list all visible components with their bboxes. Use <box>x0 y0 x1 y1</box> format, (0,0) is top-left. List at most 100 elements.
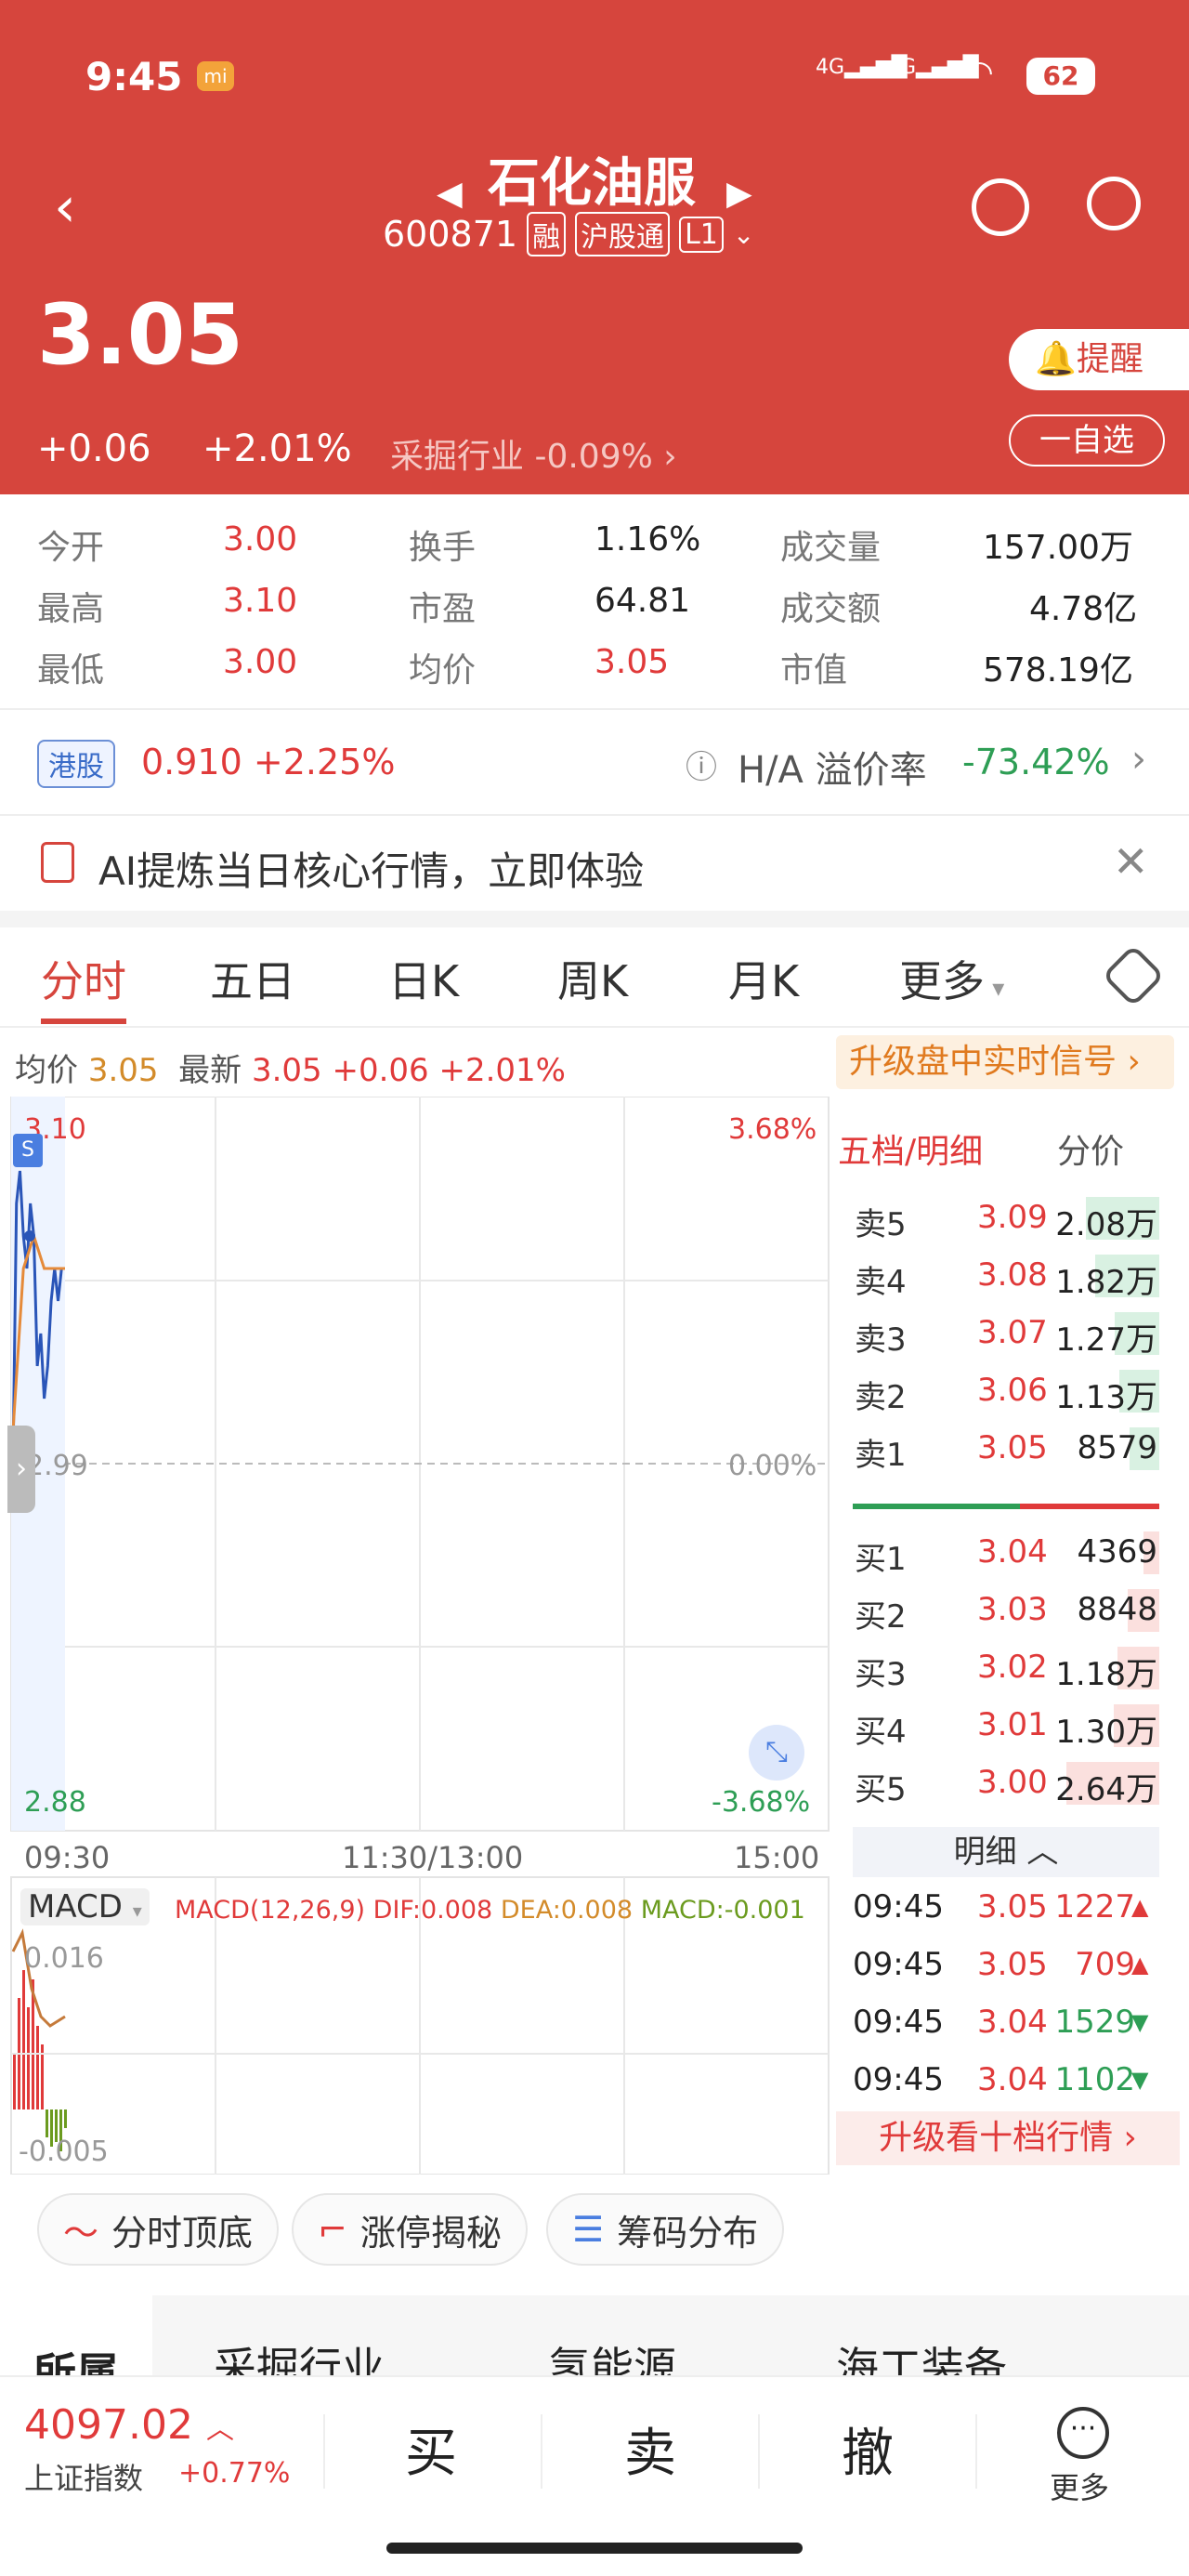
level-badge[interactable]: L1 <box>679 216 724 253</box>
refresh-icon[interactable] <box>972 178 1029 236</box>
settings-icon[interactable] <box>1102 944 1165 1007</box>
book-level-price: 3.07 <box>977 1314 1048 1351</box>
more-label[interactable]: 更多 <box>1050 2464 1109 2507</box>
arrow-up-icon: ▲ <box>1131 1952 1149 1978</box>
stat-label: 成交量 <box>780 529 882 567</box>
tool-chip-dist[interactable]: ☰ 筹码分布 <box>546 2193 785 2266</box>
sector-item[interactable]: 采掘行业 <box>214 2334 385 2375</box>
book-level-price: 3.02 <box>977 1649 1048 1686</box>
connect-badge: 沪股通 <box>575 212 671 256</box>
trade-volume: 1529 <box>1054 2004 1135 2041</box>
help-icon[interactable]: ⓘ <box>686 742 717 787</box>
sell-button[interactable]: 卖 <box>624 2412 676 2487</box>
stat-label: 市盈 <box>409 590 477 628</box>
sector-item[interactable]: 海工装备 <box>836 2334 1007 2375</box>
index-value[interactable]: 4097.02 ︿ <box>24 2401 234 2449</box>
fullscreen-icon[interactable]: ⤡ <box>749 1725 804 1781</box>
arrow-up-icon: ▲ <box>1131 1894 1149 1920</box>
divider <box>0 1026 1189 1028</box>
home-indicator[interactable] <box>386 2543 803 2554</box>
back-icon[interactable]: ‹ <box>54 175 76 240</box>
divider <box>0 708 1189 710</box>
next-stock-icon[interactable]: ▶ <box>726 175 752 213</box>
index-pct: +0.77% <box>178 2457 291 2490</box>
battery-icon: 62 <box>1026 58 1095 95</box>
arrow-down-icon: ▼ <box>1131 2009 1149 2035</box>
tool-intraday-top-bottom[interactable]: 〜分时顶底 <box>37 2193 280 2266</box>
tab-underline <box>41 1019 126 1024</box>
stat-label: 市值 <box>780 651 848 690</box>
x-tick-open: 09:30 <box>24 1840 111 1875</box>
book-level-price: 3.09 <box>977 1199 1048 1236</box>
stat-value: 3.10 <box>223 582 298 620</box>
book-level-label: 卖2 <box>855 1379 907 1416</box>
macd-selector[interactable]: MACD ▾ <box>20 1888 150 1925</box>
chevron-right-icon[interactable]: › <box>1131 738 1146 781</box>
trade-price: 3.04 <box>977 2004 1048 2041</box>
mi-icon: mi <box>197 61 234 91</box>
macd-values: MACD(12,26,9) DIF:0.008 DEA:0.008 MACD:-… <box>175 1896 805 1925</box>
book-level-volume: 1.30万 <box>1055 1714 1157 1751</box>
sector-item[interactable]: 氢能源 <box>548 2334 676 2375</box>
stat-value: 64.81 <box>594 582 691 620</box>
watchlist-button[interactable]: 一自选 <box>1009 414 1165 467</box>
industry-link[interactable]: 采掘行业 -0.09% › <box>390 429 677 478</box>
tab-monthly-k[interactable]: 月K <box>728 948 799 1009</box>
divider <box>541 2414 542 2489</box>
bid-ask-ratio-green <box>853 1504 1020 1509</box>
remind-button[interactable]: 🔔提醒 <box>1009 329 1189 390</box>
stock-code: 600871 <box>383 214 518 255</box>
ha-premium-value: -73.42% <box>962 742 1110 782</box>
x-tick-close: 15:00 <box>734 1840 820 1875</box>
hk-badge[interactable]: 港股 <box>37 740 115 788</box>
y-tick-base: 2.99 <box>26 1450 88 1482</box>
tab-5day[interactable]: 五日 <box>210 948 295 1009</box>
stock-name: 石化油服 <box>488 153 696 214</box>
pct-tick-base: 0.00% <box>728 1450 817 1482</box>
bid-ask-ratio-red <box>1020 1504 1159 1509</box>
stat-value: 3.00 <box>223 520 298 559</box>
search-icon[interactable] <box>1087 177 1141 230</box>
chevron-down-icon[interactable]: ⌄ <box>733 219 754 250</box>
macd-tick-bottom: -0.005 <box>19 2136 109 2168</box>
side-expand-handle[interactable]: › <box>7 1426 35 1513</box>
tab-weekly-k[interactable]: 周K <box>557 948 628 1009</box>
close-icon[interactable]: ✕ <box>1113 836 1149 887</box>
stat-value: 578.19亿 <box>983 651 1133 690</box>
book-level-price: 3.00 <box>977 1764 1048 1801</box>
macd-bar <box>36 2026 39 2109</box>
stat-value: 4.78亿 <box>1029 590 1138 628</box>
price-dist-tab[interactable]: 分价 <box>1057 1124 1124 1173</box>
trade-time: 09:45 <box>853 1946 944 1983</box>
book-level-label: 买4 <box>855 1714 907 1751</box>
book-level-label: 买5 <box>855 1771 907 1808</box>
signal-s-icon[interactable]: S <box>13 1134 43 1167</box>
tab-intraday[interactable]: 分时 <box>41 948 126 1009</box>
book-level-volume: 1.27万 <box>1055 1321 1157 1359</box>
stat-label: 最高 <box>37 590 105 628</box>
document-icon <box>41 842 74 883</box>
prev-stock-icon[interactable]: ◀ <box>437 175 463 213</box>
buy-button[interactable]: 买 <box>405 2412 457 2487</box>
book-level-volume: 8848 <box>1077 1591 1157 1628</box>
stat-value: 157.00万 <box>983 529 1133 567</box>
tab-daily-k[interactable]: 日K <box>388 948 459 1009</box>
tool-limit-up[interactable]: ⌐ 涨停揭秘 <box>292 2193 528 2266</box>
more-icon[interactable]: ··· <box>1057 2407 1109 2459</box>
price-change-pct: +2.01% <box>203 427 352 470</box>
upgrade-level10-button[interactable]: 升级看十档行情 › <box>836 2111 1180 2165</box>
macd-bar <box>64 2109 67 2128</box>
detail-toggle[interactable]: 明细 ︿ <box>853 1827 1159 1877</box>
cancel-button[interactable]: 撤 <box>842 2412 894 2487</box>
limit-up-icon: ⌐ <box>318 2209 347 2250</box>
sector-strip: 所属 采掘行业 氢能源 海工装备 <box>0 2295 1189 2375</box>
price-chart[interactable] <box>0 1097 836 2175</box>
divider <box>323 2414 325 2489</box>
hk-quote[interactable]: 0.910 +2.25% <box>141 742 395 782</box>
ai-summary-text[interactable]: AI提炼当日核心行情，立即体验 <box>98 840 644 897</box>
book-level-label: 买3 <box>855 1656 907 1693</box>
macd-bar <box>27 2007 30 2109</box>
order-book-title[interactable]: 五档/明细 <box>838 1124 983 1173</box>
upgrade-signal-button[interactable]: 升级盘中实时信号 › <box>836 1035 1174 1089</box>
tab-more[interactable]: 更多 ▾ <box>899 948 1004 1009</box>
